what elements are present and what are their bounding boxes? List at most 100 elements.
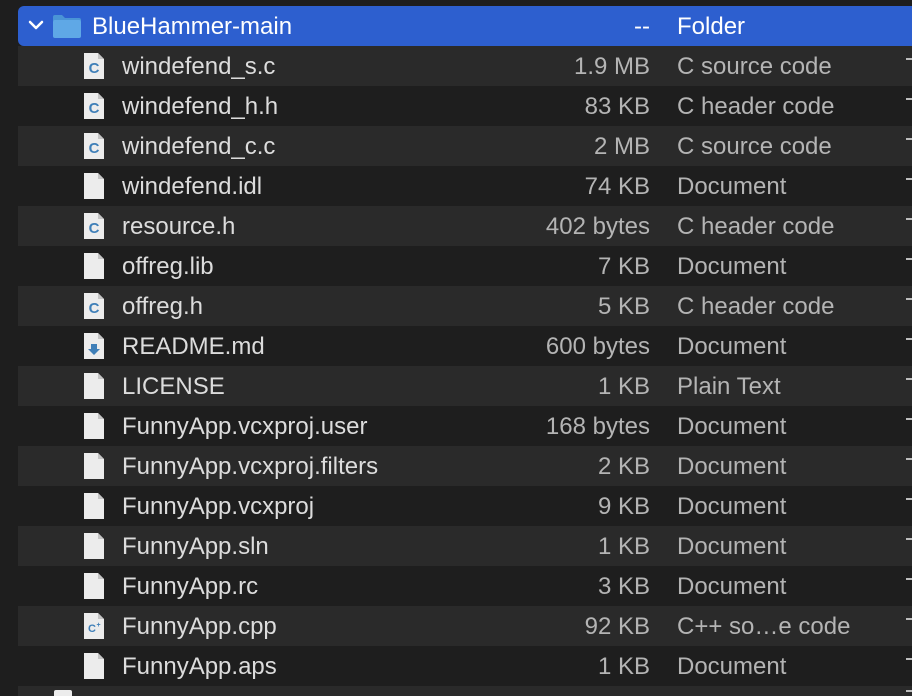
- document-icon: [82, 492, 106, 520]
- document-icon: [54, 690, 72, 696]
- file-row[interactable]: Cwindefend_s.c 1.9 MB C source code: [18, 46, 912, 86]
- file-name: FunnyApp.aps: [122, 653, 277, 680]
- file-size: 7 KB: [597, 253, 650, 280]
- file-size: 74 KB: [584, 173, 650, 200]
- c-source-icon: C: [82, 132, 106, 160]
- file-size: 5 KB: [597, 293, 650, 320]
- file-name: windefend.idl: [122, 173, 263, 200]
- markdown-icon: [82, 332, 106, 360]
- file-size: 1.9 MB: [573, 53, 650, 80]
- svg-text:C: C: [89, 100, 100, 117]
- file-list: BlueHammer-main -- Folder Cwindefend_s.c…: [0, 0, 912, 696]
- file-row[interactable]: LICENSE 1 KB Plain Text: [18, 366, 912, 406]
- file-name: resource.h: [122, 213, 236, 240]
- document-icon: [82, 172, 106, 200]
- document-icon: [82, 532, 106, 560]
- file-row[interactable]: FunnyApp.vcxproj.user 168 bytes Document: [18, 406, 912, 446]
- file-kind: Document: [677, 573, 787, 600]
- file-size: 1 KB: [597, 653, 650, 680]
- file-name: README.md: [122, 333, 265, 360]
- chevron-down-icon[interactable]: [26, 15, 46, 35]
- file-row[interactable]: offreg.lib 7 KB Document: [18, 246, 912, 286]
- folder-icon: [53, 15, 81, 38]
- file-kind: C++ so…e code: [677, 613, 851, 640]
- file-row[interactable]: Coffreg.h 5 KB C header code: [18, 286, 912, 326]
- svg-text:C: C: [89, 300, 100, 317]
- file-row[interactable]: Cresource.h 402 bytes C header code: [18, 206, 912, 246]
- file-row[interactable]: README.md 600 bytes Document: [18, 326, 912, 366]
- file-name: windefend_h.h: [122, 93, 279, 120]
- file-kind: C header code: [677, 293, 835, 320]
- next-column-edge: [906, 298, 912, 300]
- next-column-edge: [906, 658, 912, 660]
- c-source-icon: C: [82, 212, 106, 240]
- c-source-icon: C: [82, 92, 106, 120]
- svg-text:C: C: [88, 623, 96, 635]
- file-name: FunnyApp.vcxproj: [122, 493, 315, 520]
- file-kind: Document: [677, 413, 787, 440]
- file-name: FunnyApp.sln: [122, 533, 269, 560]
- next-column-edge: [906, 578, 912, 580]
- next-column-edge: [906, 178, 912, 180]
- file-name: offreg.lib: [122, 253, 214, 280]
- file-size: 83 KB: [584, 93, 650, 120]
- file-size: 92 KB: [584, 613, 650, 640]
- next-column-edge: [906, 258, 912, 260]
- document-icon: [82, 372, 106, 400]
- file-name: LICENSE: [122, 373, 225, 400]
- file-row[interactable]: FunnyApp.rc 3 KB Document: [18, 566, 912, 606]
- file-row[interactable]: FunnyApp.vcxproj 9 KB Document: [18, 486, 912, 526]
- file-row[interactable]: FunnyApp.vcxproj.filters 2 KB Document: [18, 446, 912, 486]
- file-kind: Document: [677, 173, 787, 200]
- file-kind: Document: [677, 453, 787, 480]
- file-size: 2 MB: [593, 133, 650, 160]
- next-column-edge: [906, 538, 912, 540]
- document-icon: [82, 452, 106, 480]
- file-size: 3 KB: [597, 573, 650, 600]
- file-kind: Document: [677, 533, 787, 560]
- file-size: 9 KB: [597, 493, 650, 520]
- file-row[interactable]: FunnyApp.aps 1 KB Document: [18, 646, 912, 686]
- partial-file-row[interactable]: [18, 686, 912, 696]
- folder-row[interactable]: BlueHammer-main -- Folder: [18, 6, 912, 46]
- file-name: FunnyApp.vcxproj.user: [122, 413, 368, 440]
- file-kind: Plain Text: [677, 373, 781, 400]
- svg-text:+: +: [96, 622, 100, 629]
- file-kind: C source code: [677, 133, 832, 160]
- file-size: 1 KB: [597, 533, 650, 560]
- file-kind: Document: [677, 253, 787, 280]
- c-source-icon: C: [82, 52, 106, 80]
- next-column-edge: [906, 218, 912, 220]
- cpp-source-icon: C +: [82, 612, 106, 640]
- file-row[interactable]: C + FunnyApp.cpp 92 KB C++ so…e code: [18, 606, 912, 646]
- next-column-edge: [906, 58, 912, 60]
- document-icon: [82, 652, 106, 680]
- next-column-edge: [906, 338, 912, 340]
- file-size: 402 bytes: [545, 213, 650, 240]
- svg-text:C: C: [89, 140, 100, 157]
- file-kind: C header code: [677, 213, 835, 240]
- file-kind: Document: [677, 493, 787, 520]
- next-column-edge: [906, 498, 912, 500]
- folder-size: --: [634, 13, 650, 40]
- file-row[interactable]: FunnyApp.sln 1 KB Document: [18, 526, 912, 566]
- folder-kind: Folder: [677, 13, 746, 40]
- file-row[interactable]: windefend.idl 74 KB Document: [18, 166, 912, 206]
- next-column-edge: [906, 618, 912, 620]
- file-name: FunnyApp.cpp: [122, 613, 277, 640]
- next-column-edge: [906, 690, 912, 692]
- next-column-edge: [906, 418, 912, 420]
- file-row[interactable]: Cwindefend_h.h 83 KB C header code: [18, 86, 912, 126]
- file-name: windefend_s.c: [122, 53, 276, 80]
- file-kind: C header code: [677, 93, 835, 120]
- next-column-edge: [906, 378, 912, 380]
- c-source-icon: C: [82, 292, 106, 320]
- file-name: FunnyApp.vcxproj.filters: [122, 453, 379, 480]
- document-icon: [82, 572, 106, 600]
- next-column-edge: [906, 458, 912, 460]
- document-icon: [82, 252, 106, 280]
- folder-name: BlueHammer-main: [92, 13, 293, 40]
- file-row[interactable]: Cwindefend_c.c 2 MB C source code: [18, 126, 912, 166]
- document-icon: [82, 412, 106, 440]
- svg-text:C: C: [89, 220, 100, 237]
